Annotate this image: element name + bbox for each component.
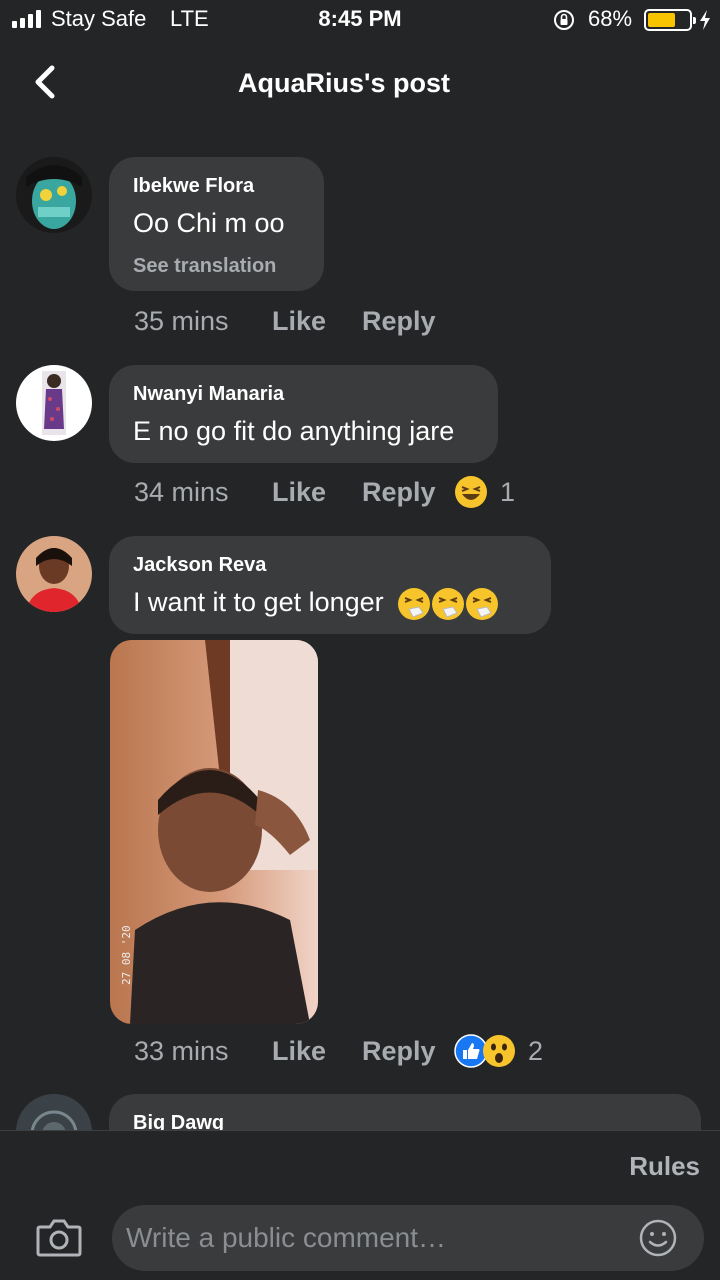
- sneezing-face-emoji-icon: [432, 587, 465, 620]
- comment-bubble[interactable]: Ibekwe Flora Oo Chi m oo See translation: [109, 157, 324, 291]
- comment-actions: 35 mins Like Reply: [0, 306, 720, 342]
- comment-photo[interactable]: 27 08 '20: [110, 640, 318, 1024]
- reply-button[interactable]: Reply: [362, 477, 436, 508]
- like-button[interactable]: Like: [272, 306, 326, 337]
- comment-author[interactable]: Jackson Reva: [133, 554, 527, 576]
- comment-author[interactable]: Ibekwe Flora: [133, 175, 300, 197]
- comment-time: 35 mins: [134, 306, 229, 336]
- like-button[interactable]: Like: [272, 1036, 326, 1067]
- header: AquaRius's post: [0, 40, 720, 130]
- comment-bubble[interactable]: Nwanyi Manaria E no go fit do anything j…: [109, 365, 498, 463]
- reply-button[interactable]: Reply: [362, 306, 436, 337]
- laughing-emoji-icon: [455, 476, 487, 508]
- comment-text: I want it to get longer: [133, 586, 527, 621]
- rules-link[interactable]: Rules: [629, 1151, 700, 1182]
- wow-reaction-icon: [483, 1035, 515, 1067]
- rotation-lock-icon: [554, 10, 574, 30]
- smiley-icon[interactable]: [638, 1218, 678, 1258]
- comment-time: 33 mins: [134, 1036, 229, 1066]
- sneezing-face-emoji-icon: [466, 587, 499, 620]
- comment-input[interactable]: [126, 1205, 626, 1271]
- comment-composer-bar: Rules: [0, 1130, 720, 1280]
- status-bar: Stay Safe LTE 8:45 PM 68%: [0, 0, 720, 40]
- reaction-count: 2: [528, 1036, 544, 1066]
- comment-author[interactable]: Nwanyi Manaria: [133, 383, 474, 405]
- reactions[interactable]: [454, 475, 488, 509]
- comment-box: [112, 1205, 704, 1271]
- reply-button[interactable]: Reply: [362, 1036, 436, 1067]
- like-button[interactable]: Like: [272, 477, 326, 508]
- page-title: AquaRius's post: [238, 68, 450, 98]
- comment-time: 34 mins: [134, 477, 229, 507]
- comment-bubble[interactable]: Jackson Reva I want it to get longer: [109, 536, 551, 634]
- sneezing-face-emoji-icon: [398, 587, 431, 620]
- avatar[interactable]: [16, 365, 92, 441]
- comment-text-content: I want it to get longer: [133, 587, 384, 617]
- charging-icon: [700, 10, 710, 30]
- avatar[interactable]: [16, 157, 92, 233]
- reaction-count: 1: [500, 477, 516, 507]
- camera-icon[interactable]: [36, 1217, 82, 1257]
- comment-text: E no go fit do anything jare: [133, 416, 455, 446]
- avatar[interactable]: [16, 536, 92, 612]
- reactions[interactable]: [454, 1034, 516, 1068]
- battery-icon: [644, 9, 696, 31]
- battery-percent: 68%: [588, 6, 633, 31]
- see-translation-link[interactable]: See translation: [133, 255, 300, 278]
- comment-actions: 34 mins Like Reply 1: [0, 475, 720, 513]
- comment-actions: 33 mins Like Reply 2: [0, 1034, 720, 1072]
- comment-text: Oo Chi m oo: [133, 208, 285, 238]
- photo-date-stamp: 27 08 '20: [120, 925, 133, 985]
